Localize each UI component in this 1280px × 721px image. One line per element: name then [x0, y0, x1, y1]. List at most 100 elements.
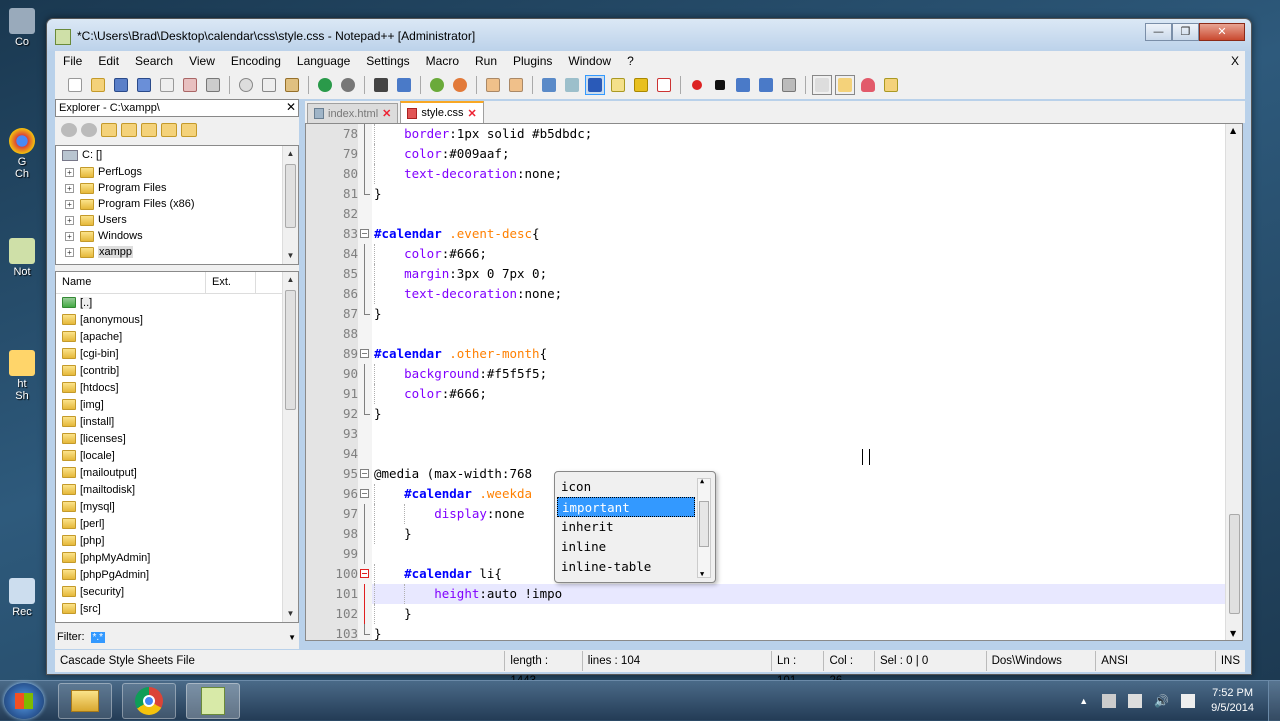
expand-icon[interactable]: +: [65, 215, 74, 225]
folder-row[interactable]: [anonymous]: [56, 311, 298, 328]
spellcheck-auto-icon[interactable]: [835, 75, 855, 95]
fold-margin[interactable]: [358, 204, 372, 224]
autocomplete-item[interactable]: inline-table: [557, 557, 695, 577]
code-line[interactable]: 92}: [306, 404, 1242, 424]
menu-run[interactable]: Run: [467, 54, 505, 68]
code-line[interactable]: 91 color:#666;: [306, 384, 1242, 404]
doc-map-icon[interactable]: [631, 75, 651, 95]
filter-dropdown-icon[interactable]: ▼: [288, 633, 296, 642]
copy-icon[interactable]: [259, 75, 279, 95]
tree-item[interactable]: + Program Files (x86): [56, 196, 298, 212]
fold-margin[interactable]: [358, 404, 372, 424]
code-line[interactable]: 95 @media (max-width:768: [306, 464, 1242, 484]
tree-item[interactable]: + PerfLogs: [56, 164, 298, 180]
scroll-down-icon[interactable]: ▼: [1230, 629, 1236, 638]
action-center-icon[interactable]: [1102, 694, 1117, 708]
zoom-out-icon[interactable]: [450, 75, 470, 95]
fold-toggle-icon[interactable]: [360, 489, 369, 498]
fold-margin[interactable]: [358, 364, 372, 384]
desktop-icon-shortcut[interactable]: ht Sh: [2, 350, 42, 402]
menu-language[interactable]: Language: [289, 54, 358, 68]
fold-margin[interactable]: [358, 604, 372, 624]
record-macro-icon[interactable]: [687, 75, 707, 95]
tree-scrollbar[interactable]: ▲ ▼: [282, 146, 298, 264]
replace-icon[interactable]: [394, 75, 414, 95]
scroll-up-icon[interactable]: ▲: [283, 272, 298, 288]
autocomplete-item[interactable]: important: [557, 497, 695, 517]
fold-margin[interactable]: [358, 284, 372, 304]
sync-v-icon[interactable]: [483, 75, 503, 95]
tree-item[interactable]: + Program Files: [56, 180, 298, 196]
code-line[interactable]: 102 }: [306, 604, 1242, 624]
autocomplete-scrollbar[interactable]: ▲ ▼: [697, 477, 711, 578]
code-line[interactable]: 89 #calendar .other-month{: [306, 344, 1242, 364]
show-hidden-icons-icon[interactable]: ▲: [1079, 696, 1088, 706]
show-desktop-button[interactable]: [1268, 681, 1280, 721]
new-folder-icon[interactable]: [101, 123, 117, 137]
find-icon[interactable]: [371, 75, 391, 95]
folder-row[interactable]: [cgi-bin]: [56, 345, 298, 362]
explorer-close-icon[interactable]: ✕: [286, 100, 296, 114]
scrollbar-thumb[interactable]: [285, 290, 296, 410]
tab-style-css[interactable]: style.css ✕: [400, 101, 484, 123]
code-line[interactable]: 80 text-decoration:none;: [306, 164, 1242, 184]
save-icon[interactable]: [111, 75, 131, 95]
code-line[interactable]: 78 border:1px solid #b5dbdc;: [306, 124, 1242, 144]
refresh-folder-icon[interactable]: [181, 123, 197, 137]
close-icon[interactable]: [157, 75, 177, 95]
fold-margin[interactable]: [358, 144, 372, 164]
menu-help[interactable]: ?: [619, 54, 642, 68]
fold-margin[interactable]: [358, 564, 372, 584]
forward-icon[interactable]: [81, 123, 97, 137]
scroll-down-icon[interactable]: ▼: [283, 606, 298, 622]
tab-index-html[interactable]: index.html ✕: [307, 103, 399, 123]
folder-row[interactable]: [phpPgAdmin]: [56, 566, 298, 583]
menu-settings[interactable]: Settings: [358, 54, 417, 68]
new-file-icon[interactable]: [121, 123, 137, 137]
folder-row[interactable]: [img]: [56, 396, 298, 413]
code-line[interactable]: 93: [306, 424, 1242, 444]
fold-margin[interactable]: [358, 384, 372, 404]
code-line[interactable]: 96 #calendar .weekda: [306, 484, 1242, 504]
menu-view[interactable]: View: [181, 54, 223, 68]
start-button[interactable]: [4, 683, 44, 719]
desktop-icon-notepadpp[interactable]: Not: [2, 238, 42, 278]
folder-row[interactable]: [contrib]: [56, 362, 298, 379]
print-icon[interactable]: [203, 75, 223, 95]
fold-toggle-icon[interactable]: [360, 229, 369, 238]
sync-h-icon[interactable]: [506, 75, 526, 95]
paste-icon[interactable]: [282, 75, 302, 95]
function-list-icon[interactable]: [654, 75, 674, 95]
code-line[interactable]: 97 display:none: [306, 504, 1242, 524]
fold-margin[interactable]: [358, 584, 372, 604]
filter-input[interactable]: *.*: [90, 631, 106, 643]
folder-row[interactable]: [licenses]: [56, 430, 298, 447]
tree-item[interactable]: + Windows: [56, 228, 298, 244]
expand-icon[interactable]: +: [65, 183, 74, 193]
tree-item[interactable]: + Users: [56, 212, 298, 228]
autocomplete-item[interactable]: inherit: [557, 517, 695, 537]
folder-row[interactable]: [src]: [56, 600, 298, 617]
autocomplete-item[interactable]: inline: [557, 537, 695, 557]
all-chars-icon[interactable]: [562, 75, 582, 95]
network-icon[interactable]: [1128, 694, 1143, 708]
fold-margin[interactable]: [358, 484, 372, 504]
minimize-button[interactable]: —: [1145, 23, 1172, 41]
save-macro-icon[interactable]: [779, 75, 799, 95]
code-line[interactable]: 85 margin:3px 0 7px 0;: [306, 264, 1242, 284]
expand-icon[interactable]: +: [65, 199, 74, 209]
fold-margin[interactable]: [358, 244, 372, 264]
scroll-up-icon[interactable]: ▲: [1230, 126, 1236, 135]
heart-icon[interactable]: [858, 75, 878, 95]
folder-row[interactable]: [mysql]: [56, 498, 298, 515]
menu-plugins[interactable]: Plugins: [505, 54, 560, 68]
close-document-x[interactable]: X: [1223, 54, 1245, 68]
scroll-down-icon[interactable]: ▼: [700, 570, 704, 578]
folder-row[interactable]: [apache]: [56, 328, 298, 345]
code-line[interactable]: 94: [306, 444, 1242, 464]
zoom-in-icon[interactable]: [427, 75, 447, 95]
tree-root-drive[interactable]: C: []: [56, 146, 298, 164]
fold-margin[interactable]: [358, 324, 372, 344]
udl-icon[interactable]: [608, 75, 628, 95]
fold-margin[interactable]: [358, 184, 372, 204]
